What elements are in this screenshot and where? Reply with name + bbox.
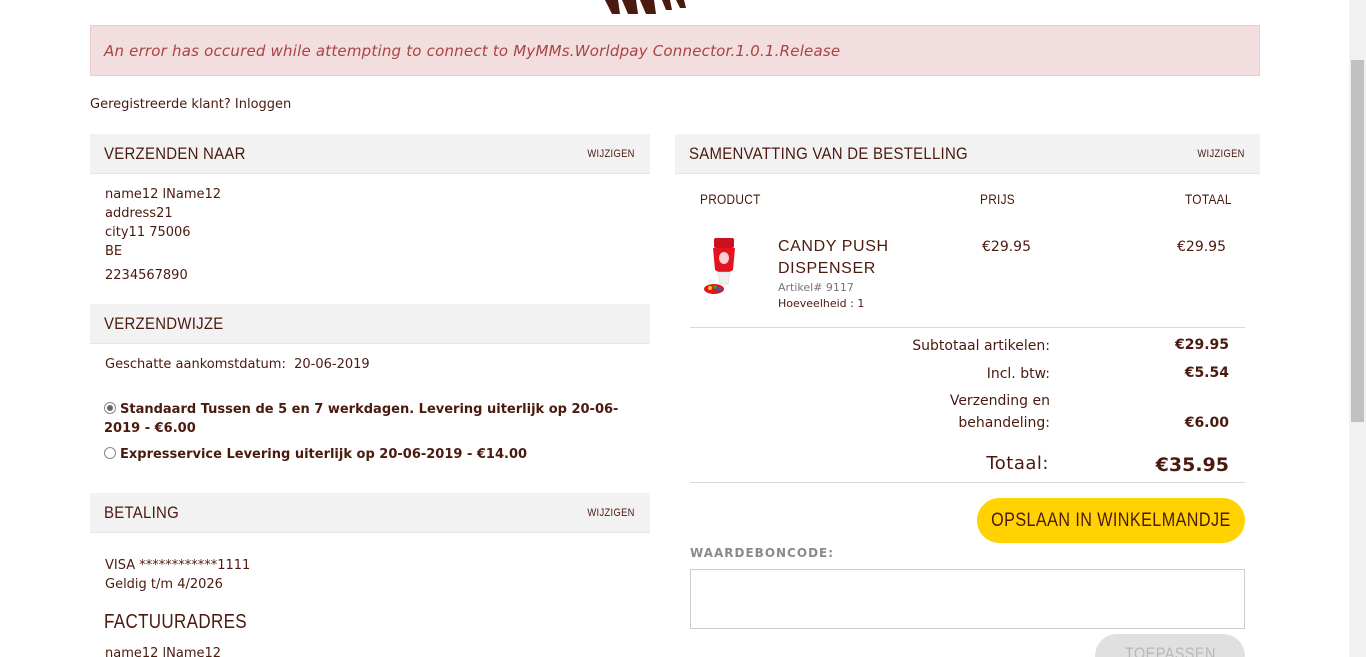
login-link[interactable]: Inloggen xyxy=(235,97,291,112)
shipping-option-standard[interactable]: Standaard Tussen de 5 en 7 werkdagen. Le… xyxy=(104,400,618,438)
total-label: Totaal: xyxy=(986,453,1049,474)
shipping-to-header: VERZENDEN NAAR WIJZIGEN xyxy=(90,134,650,174)
column-header-price: PRIJS xyxy=(980,191,1016,207)
voucher-input[interactable] xyxy=(690,569,1245,629)
delivery-estimate: Geschatte aankomstdatum: 20-06-2019 xyxy=(105,355,370,374)
shipping-to-edit-link[interactable]: WIJZIGEN xyxy=(588,148,635,160)
subtotal-value: €29.95 xyxy=(1174,337,1229,353)
billing-name: name12 lName12 xyxy=(105,646,222,657)
radio-button-checked[interactable] xyxy=(104,402,116,414)
shipping-phone: 2234567890 xyxy=(105,268,188,283)
error-banner: An error has occured while attempting to… xyxy=(90,25,1260,76)
delivery-estimate-label: Geschatte aankomstdatum: xyxy=(105,357,286,372)
subtotal-label: Subtotaal artikelen: xyxy=(912,338,1050,354)
payment-edit-link[interactable]: WIJZIGEN xyxy=(588,507,635,519)
delivery-estimate-date: 20-06-2019 xyxy=(294,357,370,372)
shipping-address: address21 xyxy=(105,206,173,221)
product-quantity: Hoeveelheid : 1 xyxy=(778,297,865,310)
shipping-method-header: VERZENDWIJZE xyxy=(90,304,650,344)
shipping-name: name12 lName12 xyxy=(105,187,222,202)
shipping-method-title: VERZENDWIJZE xyxy=(104,313,224,333)
shipping-fee-label-line2: behandeling: xyxy=(958,415,1050,431)
payment-title: BETALING xyxy=(104,502,179,522)
apply-voucher-label: TOEPASSEN xyxy=(1124,644,1216,657)
scroll-up-arrow[interactable] xyxy=(1349,0,1366,17)
shipping-fee-value: €6.00 xyxy=(1184,415,1229,431)
shipping-city: city11 75006 xyxy=(105,225,191,240)
login-prompt: Geregistreerde klant? Inloggen xyxy=(90,97,291,112)
column-header-total: TOTAAL xyxy=(1185,191,1232,207)
shipping-fee-label: Verzending en behandeling: xyxy=(950,390,1050,434)
login-prompt-text: Geregistreerde klant? xyxy=(90,97,231,112)
order-summary-title: SAMENVATTING VAN DE BESTELLING xyxy=(689,143,968,163)
payment-header: BETALING WIJZIGEN xyxy=(90,493,650,533)
scrollbar-thumb[interactable] xyxy=(1351,60,1364,422)
order-summary-header: SAMENVATTING VAN DE BESTELLING WIJZIGEN xyxy=(675,134,1260,174)
vat-label: Incl. btw: xyxy=(986,366,1050,382)
product-image[interactable] xyxy=(700,236,748,298)
billing-title: FACTUURADRES xyxy=(104,611,247,633)
shipping-option-express-label: Expresservice Levering uiterlijk op 20-0… xyxy=(120,447,528,462)
shipping-to-title: VERZENDEN NAAR xyxy=(104,143,246,163)
product-total: €29.95 xyxy=(1177,239,1226,255)
column-header-product: PRODUCT xyxy=(700,191,761,207)
payment-valid: Geldig t/m 4/2026 xyxy=(105,577,223,592)
save-to-cart-button[interactable]: OPSLAAN IN WINKELMANDJE xyxy=(977,498,1245,543)
product-article: Artikel# 9117 xyxy=(778,281,854,294)
product-price: €29.95 xyxy=(982,239,1031,255)
product-name[interactable]: CANDY PUSH DISPENSER xyxy=(778,236,928,280)
shipping-fee-label-line1: Verzending en xyxy=(949,393,1050,409)
shipping-option-express[interactable]: Expresservice Levering uiterlijk op 20-0… xyxy=(104,445,527,464)
order-summary-edit-link[interactable]: WIJZIGEN xyxy=(1198,148,1245,160)
shipping-option-standard-label-cont: 2019 - €6.00 xyxy=(104,421,196,436)
brand-logo[interactable] xyxy=(600,0,710,16)
apply-voucher-button[interactable]: TOEPASSEN xyxy=(1095,634,1245,657)
divider xyxy=(690,327,1245,328)
radio-button[interactable] xyxy=(104,447,116,459)
save-to-cart-label: OPSLAAN IN WINKELMANDJE xyxy=(991,509,1231,531)
vat-value: €5.54 xyxy=(1184,365,1229,381)
shipping-country: BE xyxy=(105,244,123,259)
total-value: €35.95 xyxy=(1155,454,1229,476)
payment-card: VISA ************1111 xyxy=(105,558,251,573)
divider xyxy=(690,482,1245,483)
voucher-label: WAARDEBONCODE: xyxy=(690,546,835,560)
shipping-option-standard-label: Standaard Tussen de 5 en 7 werkdagen. Le… xyxy=(120,402,619,417)
error-message: An error has occured while attempting to… xyxy=(104,42,841,60)
